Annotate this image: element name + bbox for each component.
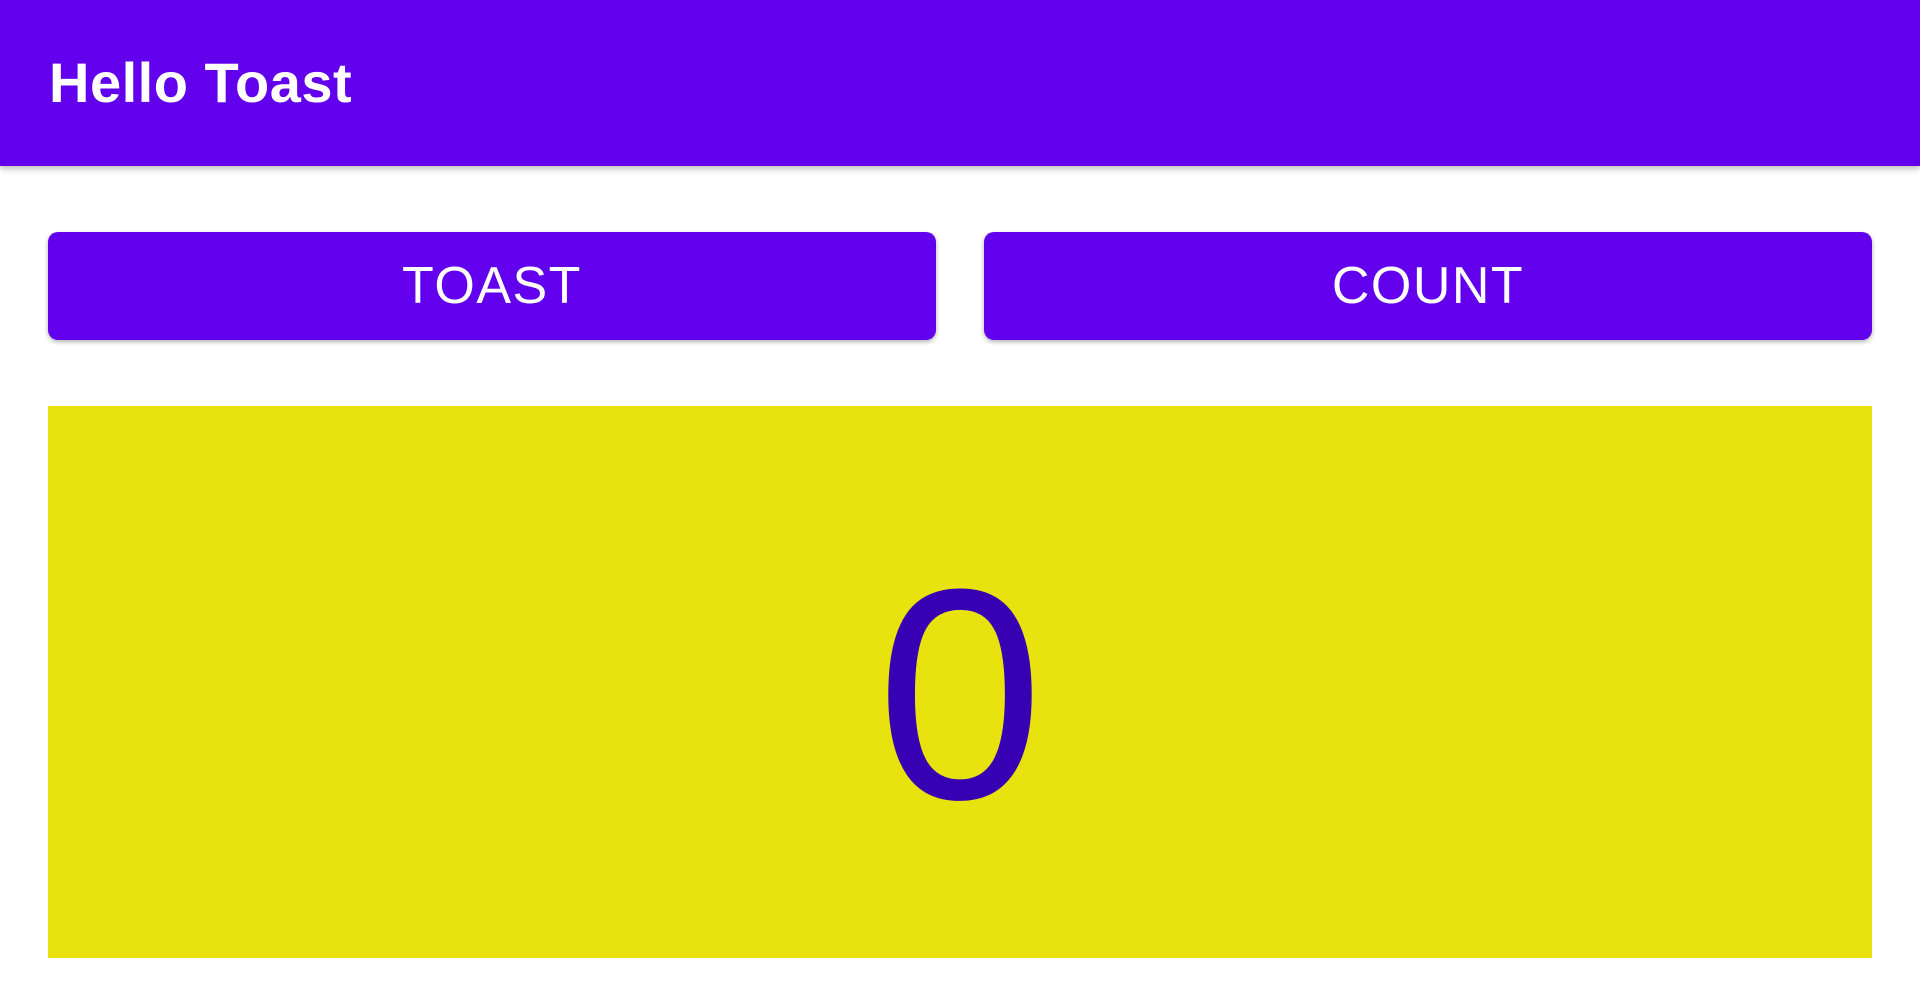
count-button[interactable]: COUNT [984,232,1872,340]
app-title: Hello Toast [49,51,353,114]
app-bar: Hello Toast [0,0,1920,166]
count-display-panel: 0 [48,406,1872,958]
toast-button[interactable]: TOAST [48,232,936,340]
count-value: 0 [876,526,1044,862]
